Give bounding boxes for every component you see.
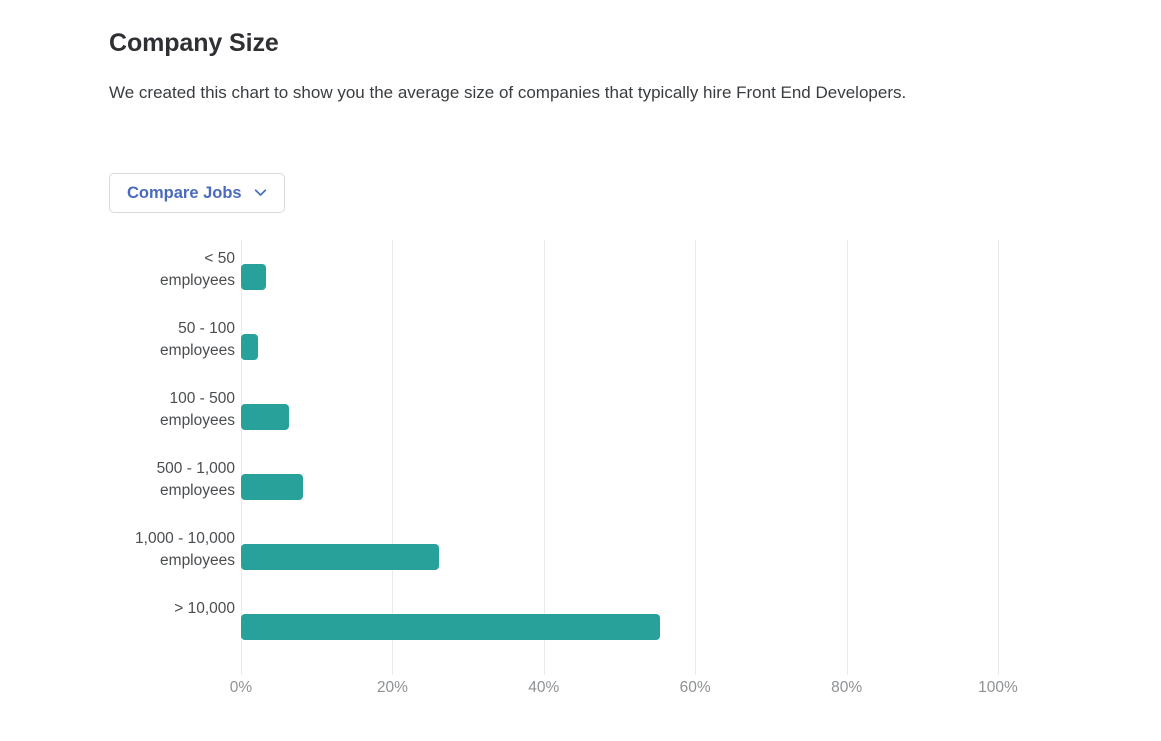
gridline [695, 240, 697, 675]
chart-row: 1,000 - 10,000 employees [135, 520, 998, 590]
chart-row: > 10,000 [174, 590, 998, 660]
category-label: 1,000 - 10,000 employees [135, 530, 235, 570]
x-axis-tick: 40% [528, 679, 560, 696]
x-axis-tick: 80% [831, 679, 863, 696]
company-size-panel: Company Size We created this chart to sh… [0, 0, 1161, 741]
company-size-chart: < 50 employees 50 - 100 employees 100 - 50… [0, 0, 1161, 741]
gridline [846, 240, 848, 675]
x-axis-tick: 100% [978, 679, 1018, 696]
chart-row: 500 - 1,000 employees [157, 450, 998, 520]
gridline [392, 240, 394, 675]
bar[interactable] [241, 404, 290, 430]
x-axis-tick: 20% [376, 679, 408, 696]
chart-row: 100 - 500 employees [160, 380, 998, 450]
x-axis-tick: 60% [679, 679, 711, 696]
x-axis-tick: 0% [229, 679, 253, 696]
category-label: > 10,000 [174, 600, 235, 617]
bar[interactable] [241, 544, 440, 570]
page-description: We created this chart to show you the av… [109, 83, 907, 102]
category-label: 100 - 500 employees [160, 390, 235, 430]
compare-jobs-dropdown[interactable]: Compare Jobs [109, 173, 285, 213]
x-axis-tick-labels: 0% 20% 40% 60% 80% 100% [230, 679, 1018, 703]
bar[interactable] [241, 474, 304, 500]
category-label: < 50 employees [160, 250, 235, 290]
page-title: Company Size [109, 29, 279, 57]
gridline [241, 240, 242, 675]
chart-row: < 50 employees [160, 240, 998, 310]
category-label: 500 - 1,000 employees [156, 460, 235, 500]
chart-bars: < 50 employees 50 - 100 employees 100 - 50… [135, 240, 998, 675]
bar[interactable] [241, 264, 266, 290]
category-label: 50 - 100 employees [160, 320, 235, 360]
chart-row: 50 - 100 employees [160, 310, 998, 380]
gridline [998, 240, 999, 675]
chevron-down-icon [254, 186, 267, 199]
gridline [543, 240, 545, 675]
compare-jobs-label: Compare Jobs [127, 183, 242, 202]
chart-plot-area: < 50 employees 50 - 100 employees 100 - 50… [135, 240, 999, 675]
bar[interactable] [241, 334, 258, 360]
header-block: Company Size We created this chart to sh… [109, 28, 1009, 108]
bar[interactable] [241, 614, 660, 640]
